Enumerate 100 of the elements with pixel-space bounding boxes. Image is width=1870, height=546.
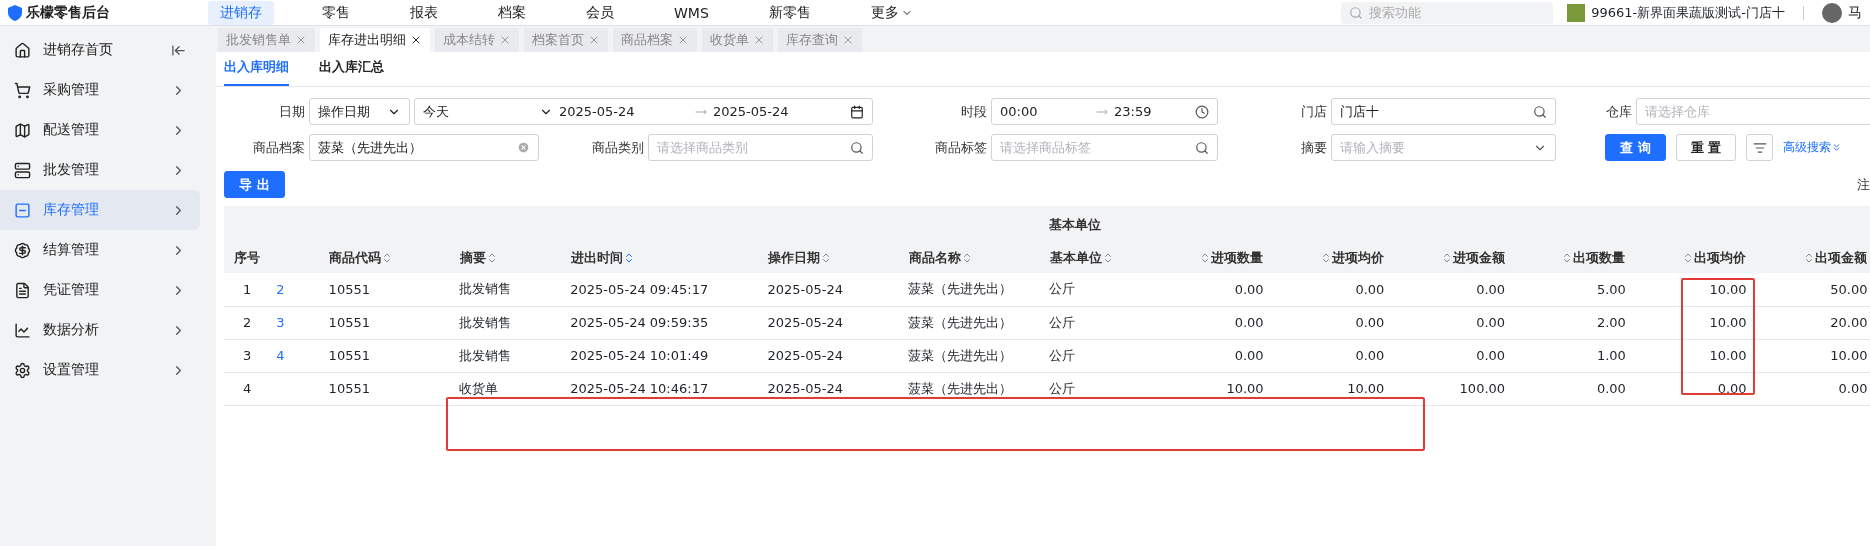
nav-tab[interactable]: 会员	[574, 0, 626, 25]
table-cell: 5.00	[1511, 273, 1632, 306]
column-header[interactable]: 摘要	[459, 250, 486, 265]
table-cell: 2025-05-24	[761, 372, 903, 405]
sub-tab[interactable]: 出入库汇总	[319, 58, 384, 86]
nav-tab[interactable]: 更多	[858, 0, 925, 25]
table-cell: 50.00	[1752, 273, 1870, 306]
table-cell: 20.00	[1752, 306, 1870, 339]
search-icon	[1195, 140, 1209, 155]
end-time: 23:59	[1114, 104, 1153, 119]
menu-icon	[14, 201, 31, 219]
advanced-search-link[interactable]: 高级搜索	[1783, 139, 1843, 156]
table-cell: 10551	[322, 372, 454, 405]
table-cell: 2025-05-24 09:59:35	[564, 306, 762, 339]
table-cell: 0.00	[1752, 372, 1870, 405]
table-cell: 10.00	[1148, 372, 1270, 405]
column-header[interactable]: 商品名称	[908, 250, 961, 265]
date-type-select[interactable]: 操作日期	[309, 98, 410, 125]
nav-tab[interactable]: 零售	[310, 0, 362, 25]
filter-settings-button[interactable]	[1746, 134, 1774, 161]
column-header[interactable]: 操作日期	[767, 250, 820, 265]
date-range-field[interactable]: 今天 2025-05-24 2025-05-24	[414, 98, 873, 125]
table-cell: 2025-05-24	[761, 273, 903, 306]
menu-icon	[14, 161, 31, 179]
close-icon[interactable]	[410, 34, 422, 46]
table-cell: 批发销售	[453, 339, 565, 372]
export-button[interactable]: 导 出	[224, 171, 285, 198]
sidebar-item[interactable]: 进销存首页	[0, 30, 200, 70]
preset-select[interactable]: 今天	[423, 102, 553, 121]
nav-tab[interactable]: 进销存	[208, 0, 274, 25]
table-cell: 10.00	[1631, 273, 1753, 306]
page-tab[interactable]: 库存进出明细	[320, 28, 430, 52]
table-cell: 菠菜（先进先出）	[902, 273, 1044, 306]
store-thumbnail	[1567, 3, 1586, 22]
sidebar-item[interactable]: 配送管理	[0, 110, 200, 150]
table-cell: 0.00	[1390, 339, 1512, 372]
sidebar-item[interactable]: 数据分析	[0, 310, 200, 350]
table-cell: 100.00	[1390, 372, 1512, 405]
table-cell: 批发销售	[453, 306, 565, 339]
reset-button[interactable]: 重 置	[1675, 134, 1737, 161]
menu-icon	[14, 81, 31, 99]
table-cell: 10.00	[1631, 339, 1753, 372]
app-logo: 乐檬零售后台	[8, 3, 208, 22]
avatar[interactable]	[1822, 2, 1842, 23]
table-cell: 4	[224, 372, 271, 405]
row-link[interactable]: 4	[270, 339, 323, 372]
table-cell: 公斤	[1043, 339, 1149, 372]
store-name[interactable]: 99661-新界面果蔬版测试-门店十	[1591, 3, 1785, 22]
nav-tab[interactable]: 新零售	[756, 0, 823, 25]
field-label: 门店	[1300, 102, 1327, 121]
sidebar-item[interactable]: 结算管理	[0, 230, 200, 270]
search-icon	[850, 140, 864, 155]
table-cell: 0.00	[1269, 273, 1391, 306]
start-date: 2025-05-24	[559, 104, 636, 119]
nav-tab[interactable]: WMS	[662, 0, 721, 25]
table-cell: 3	[224, 339, 271, 372]
search-icon	[1533, 104, 1547, 119]
product-field[interactable]: 菠菜（先进先出）	[309, 134, 539, 161]
menu-icon	[14, 281, 31, 299]
table-cell: 批发销售	[453, 273, 565, 306]
row-link[interactable]: 2	[270, 273, 323, 306]
sidebar-item[interactable]: 采购管理	[0, 70, 200, 110]
nav-tab[interactable]: 档案	[486, 0, 538, 25]
table-cell: 10551	[322, 273, 454, 306]
field-label: 仓库	[1605, 102, 1632, 121]
search-field[interactable]: 门店十	[1331, 98, 1556, 125]
group-header: 基本单位	[1043, 206, 1870, 243]
menu-icon	[14, 41, 31, 59]
menu-icon	[14, 241, 31, 259]
user-name: 马	[1848, 3, 1862, 22]
table-cell: 10.00	[1752, 339, 1870, 372]
sub-tab[interactable]: 出入库明细	[224, 58, 289, 86]
table-cell: 公斤	[1043, 273, 1149, 306]
query-button[interactable]: 查 询	[1605, 134, 1666, 161]
field-label: 摘要	[1300, 138, 1327, 157]
table-cell: 菠菜（先进先出）	[902, 306, 1044, 339]
search-icon	[1349, 5, 1364, 20]
shield-icon	[8, 4, 22, 21]
list-icon	[1752, 140, 1767, 155]
column-header[interactable]: 进出时间	[570, 250, 623, 265]
table-cell: 2025-05-24 10:01:49	[564, 339, 762, 372]
clear-icon[interactable]	[517, 141, 530, 154]
table-cell: 0.00	[1148, 306, 1270, 339]
row-link[interactable]: 3	[270, 306, 323, 339]
table-cell: 10551	[322, 306, 454, 339]
time-range-field[interactable]: 00:00 23:59	[991, 98, 1218, 125]
menu-icon	[14, 121, 31, 139]
sidebar-item[interactable]: 设置管理	[0, 350, 200, 390]
table-cell: 0.00	[1148, 339, 1270, 372]
nav-tab[interactable]: 报表	[398, 0, 450, 25]
clock-icon	[1195, 104, 1209, 119]
sidebar-item[interactable]: 库存管理	[0, 190, 200, 230]
table-cell: 2	[224, 306, 271, 339]
table-cell: 菠菜（先进先出）	[902, 372, 1044, 405]
menu-icon	[14, 361, 31, 379]
table-cell: 2025-05-24	[761, 339, 903, 372]
sort-icon[interactable]	[1803, 252, 1815, 264]
sidebar-item[interactable]: 凭证管理	[0, 270, 200, 310]
field-label: 日期	[278, 102, 305, 121]
sidebar-item[interactable]: 批发管理	[0, 150, 200, 190]
